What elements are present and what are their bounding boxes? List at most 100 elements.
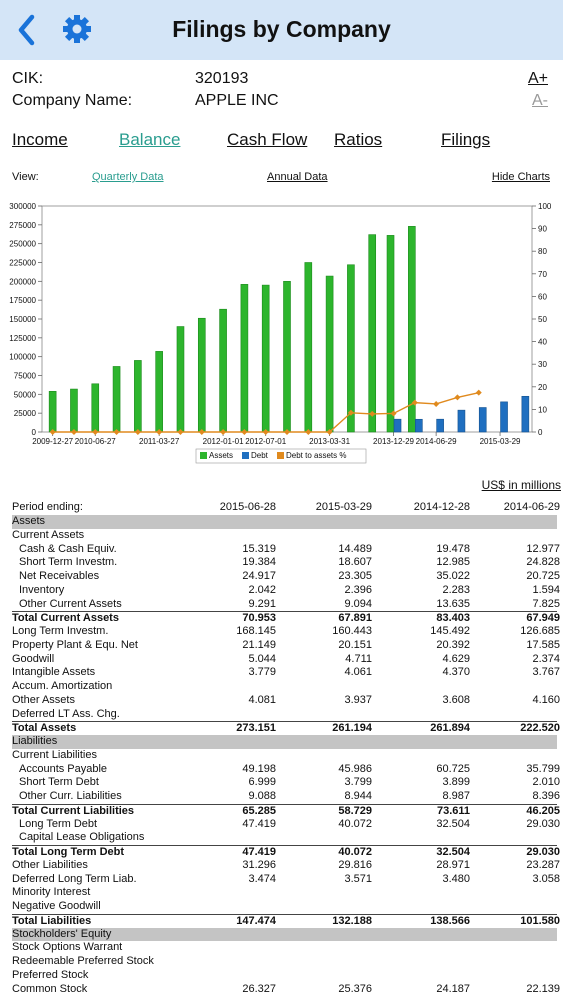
bar-assets (134, 360, 142, 433)
cell-value: 58.729 (338, 804, 372, 817)
cell-value: 67.949 (526, 612, 560, 625)
hide-charts-link[interactable]: Hide Charts (492, 171, 550, 183)
table-row: Accum. Amortization (12, 680, 557, 694)
x-tick-label: 2014-06-29 (416, 437, 457, 446)
font-decrease-button[interactable]: A- (532, 92, 548, 110)
cik-row: CIK: 320193 A+ (12, 68, 552, 90)
cell-value: 3.937 (344, 693, 372, 706)
cell-value: 5.044 (248, 652, 276, 665)
cell-value: 35.022 (436, 570, 470, 582)
table-row: Common Stock 26.327 25.376 24.187 22.139 (12, 982, 560, 997)
bar-debt (415, 418, 423, 433)
row-label: Cash & Cash Equiv. (19, 542, 117, 555)
bar-assets (368, 234, 377, 433)
balance-table: Period ending: 2015-06-28 2015-03-29 201… (12, 499, 560, 997)
period-header: 2014-06-29 (503, 501, 560, 513)
cell-value: 29.816 (338, 858, 372, 871)
cell-value: 261.194 (332, 722, 372, 735)
period-header: 2015-06-28 (219, 501, 276, 513)
cell-value: 1.594 (532, 583, 560, 596)
cell-value: 12.985 (436, 556, 470, 569)
table-row: Long Term Investm. 168.145 160.443 145.492 1… (12, 625, 560, 639)
cell-value: 6.999 (248, 776, 276, 789)
cell-value: 26.327 (242, 982, 276, 995)
cell-value: 14.489 (338, 542, 372, 555)
y2-tick-label: 90 (538, 225, 547, 234)
cell-value: 4.629 (442, 652, 470, 665)
period-header: 2015-03-29 (315, 501, 372, 513)
cell-value: 9.088 (248, 790, 276, 802)
cell-value: 2.374 (532, 652, 560, 665)
cell-value: 83.403 (436, 612, 470, 625)
quarterly-data-link[interactable]: Quarterly Data (92, 171, 164, 183)
table-row: Negative Goodwill (12, 900, 557, 914)
bar-debt (457, 409, 466, 433)
cell-value: 126.685 (520, 625, 560, 637)
tab-cash-flow[interactable]: Cash Flow (227, 130, 307, 150)
units-label: US$ in millions (481, 478, 561, 492)
bar-assets (176, 326, 185, 433)
tab-filings[interactable]: Filings (441, 130, 490, 150)
cell-value: 3.480 (442, 872, 470, 885)
row-label: Property Plant & Equ. Net (12, 638, 138, 651)
cell-value: 12.977 (526, 542, 560, 555)
row-label: Intangible Assets (12, 666, 96, 679)
row-label: Preferred Stock (12, 968, 89, 981)
view-bar: View: Quarterly Data Annual Data Hide Ch… (12, 170, 552, 186)
cell-value: 4.081 (248, 693, 276, 706)
row-label: Assets (12, 515, 46, 527)
cell-value: 145.492 (430, 625, 470, 637)
cell-value: 24.187 (436, 982, 470, 995)
x-tick-label: 2013-03-31 (309, 437, 350, 446)
nav-bar: Filings by Company (0, 0, 563, 60)
row-label: Other Liabilities (12, 858, 88, 871)
annual-data-link[interactable]: Annual Data (267, 171, 328, 183)
cell-value: 31.296 (242, 858, 276, 871)
period-header: 2014-12-28 (413, 501, 470, 513)
bar-debt (500, 401, 508, 433)
cell-value: 9.291 (248, 597, 276, 610)
bar-assets (304, 262, 313, 433)
cell-value: 20.151 (338, 638, 372, 651)
row-label: Goodwill (12, 652, 55, 665)
cell-value: 49.198 (242, 762, 276, 775)
table-row: Current Liabilities (12, 749, 557, 763)
row-label: Stockholders' Equity (12, 927, 112, 940)
cell-value: 65.285 (242, 804, 276, 817)
y-tick-label: 25000 (14, 409, 37, 418)
bar-debt (436, 418, 444, 433)
cell-value: 4.061 (344, 666, 372, 679)
bar-debt (393, 418, 402, 433)
tab-balance[interactable]: Balance (119, 130, 180, 150)
row-label: Negative Goodwill (12, 900, 101, 912)
cell-value: 17.585 (526, 638, 560, 651)
section-row: Stockholders' Equity (12, 927, 557, 942)
cell-value: 222.520 (520, 722, 560, 735)
table-row: Deferred LT Ass. Chg. (12, 708, 557, 722)
cell-value: 28.971 (436, 858, 470, 871)
cell-value: 18.607 (338, 556, 372, 569)
bar-assets (70, 388, 78, 433)
cell-value: 20.725 (526, 570, 560, 582)
y-tick-label: 175000 (9, 296, 36, 305)
cell-value: 3.474 (248, 872, 276, 885)
table-row: Net Receivables 24.917 23.305 35.022 20.725 (12, 570, 560, 584)
table-row: Capital Lease Obligations (12, 831, 557, 845)
cell-value: 9.094 (344, 597, 372, 610)
y-tick-label: 225000 (9, 259, 36, 268)
cell-value: 8.987 (442, 790, 470, 802)
cell-value: 2.010 (532, 776, 560, 789)
tab-ratios[interactable]: Ratios (334, 130, 382, 150)
table-row: Inventory 2.042 2.396 2.283 1.594 (12, 583, 560, 598)
tab-income[interactable]: Income (12, 130, 68, 150)
cell-value: 2.396 (344, 583, 372, 596)
view-label: View: (12, 171, 39, 183)
balance-chart: 0 25000 50000 75000 100000 125000 150000 175000… (9, 202, 552, 464)
cell-value: 4.160 (532, 693, 560, 706)
cell-value: 35.799 (526, 762, 560, 775)
font-increase-button[interactable]: A+ (528, 70, 548, 88)
period-label: Period ending: (12, 501, 83, 513)
row-label: Other Curr. Liabilities (19, 790, 122, 802)
row-label: Short Term Investm. (19, 556, 118, 569)
table-row: Other Liabilities 31.296 29.816 28.971 23.28… (12, 858, 560, 873)
